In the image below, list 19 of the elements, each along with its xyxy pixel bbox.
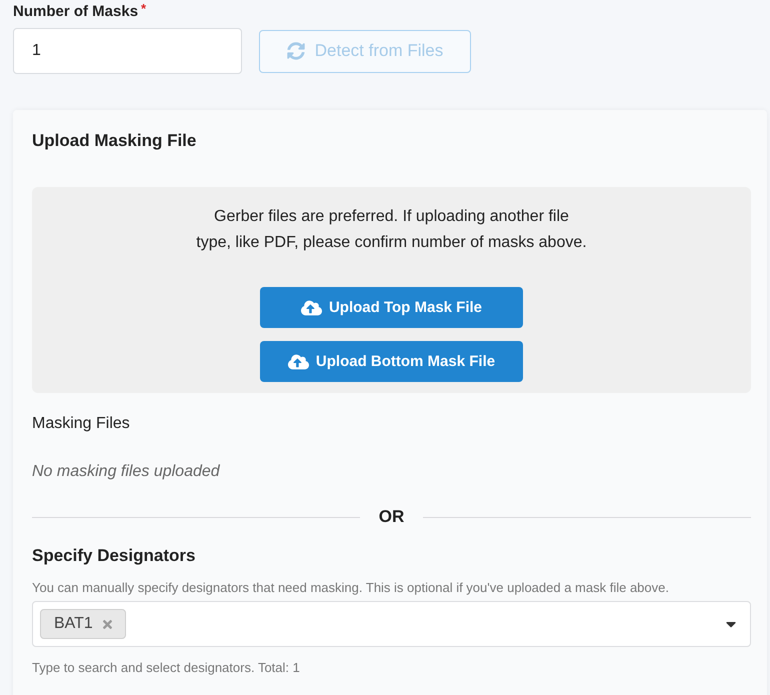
divider-label: OR bbox=[378, 507, 406, 527]
cloud-upload-icon bbox=[288, 352, 309, 370]
field-hint: Type to search and select designators. Total: 1 bbox=[32, 659, 301, 677]
required-mark: * bbox=[141, 3, 146, 15]
section-description: You can manually specify designators that need masking. This is optional if you've uploaded a mask file above. bbox=[32, 579, 670, 597]
section-title: Specify Designators bbox=[32, 546, 196, 566]
designator-select[interactable]: BAT1 bbox=[32, 601, 751, 647]
upload-button[interactable]: Upload Top Mask File bbox=[260, 287, 523, 328]
upload-button[interactable]: Upload Bottom Mask File bbox=[260, 341, 523, 382]
designator-chip[interactable]: BAT1 bbox=[40, 609, 126, 639]
remove-icon[interactable] bbox=[102, 618, 113, 630]
refresh-icon bbox=[286, 42, 305, 60]
cloud-upload-icon bbox=[300, 298, 322, 316]
empty-message: No masking files uploaded bbox=[32, 462, 221, 482]
panel-title: Upload Masking File bbox=[32, 131, 198, 151]
number-input[interactable]: 1 bbox=[13, 28, 242, 74]
upload-instructions: Gerber files are preferred. If uploading another file type, like PDF, please confirm number of masks above. bbox=[196, 207, 587, 253]
section-label: Masking Files bbox=[32, 414, 131, 434]
field-label: Number of Masks bbox=[13, 3, 138, 21]
